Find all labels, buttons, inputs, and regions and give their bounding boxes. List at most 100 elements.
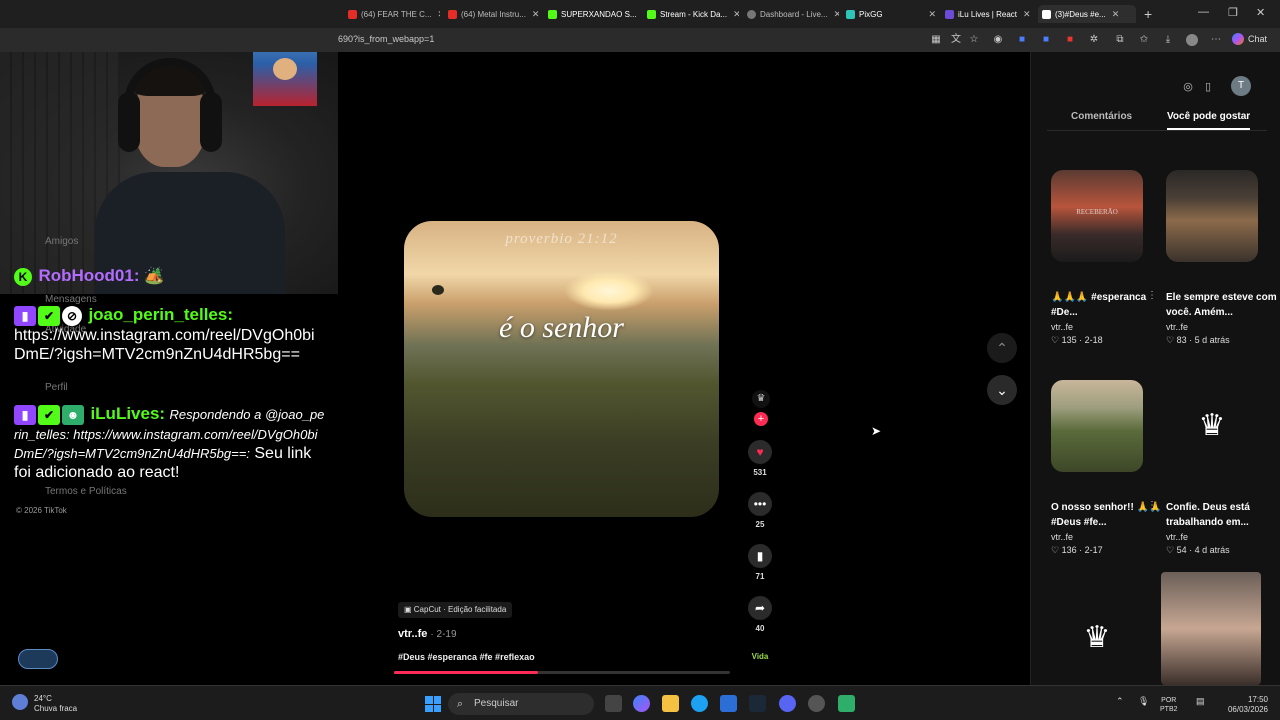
- split-icon[interactable]: ⧉: [1114, 34, 1126, 46]
- url-field[interactable]: 690?is_from_webapp=1: [338, 34, 434, 44]
- share-icon[interactable]: ➦: [748, 596, 772, 620]
- browser-tab[interactable]: (64) FEAR THE C... ✕: [348, 5, 440, 23]
- app-icon[interactable]: [838, 695, 855, 712]
- card-author[interactable]: vtr..fe: [1166, 322, 1278, 332]
- author-name[interactable]: vtr..fe: [398, 628, 427, 640]
- task-view-icon[interactable]: [605, 695, 622, 712]
- close-icon[interactable]: ✕: [438, 9, 440, 20]
- grid-icon[interactable]: ▦: [930, 34, 942, 46]
- star-icon[interactable]: ☆: [968, 34, 980, 46]
- previous-video-button[interactable]: ⌃: [987, 333, 1017, 363]
- card-author[interactable]: vtr..fe: [1051, 532, 1163, 542]
- new-tab-button[interactable]: +: [1144, 6, 1152, 22]
- nav-messages[interactable]: Mensagens: [45, 294, 97, 305]
- comment-icon[interactable]: •••: [748, 492, 772, 516]
- more-options-icon[interactable]: ⋮: [1147, 290, 1157, 301]
- network-icon[interactable]: ▤: [1196, 696, 1205, 707]
- close-icon[interactable]: ✕: [733, 9, 739, 20]
- video-thumbnail[interactable]: [1051, 380, 1143, 472]
- heart-icon[interactable]: ♥: [748, 440, 772, 464]
- toggle-button[interactable]: [18, 649, 58, 669]
- puzzle-icon[interactable]: ✲: [1088, 34, 1100, 46]
- avatar[interactable]: T: [1231, 76, 1251, 96]
- microphone-icon[interactable]: 🎙: [1138, 696, 1149, 707]
- phone-icon[interactable]: ▯: [1201, 80, 1215, 94]
- follow-button[interactable]: +: [754, 412, 768, 426]
- card-author[interactable]: vtr..fe: [1051, 322, 1163, 332]
- close-icon[interactable]: ✕: [1112, 9, 1120, 20]
- file-explorer-icon[interactable]: [662, 695, 679, 712]
- profile-icon[interactable]: [1186, 34, 1198, 46]
- like-action[interactable]: ♥ 531: [743, 440, 777, 477]
- nav-friends[interactable]: Amigos: [45, 236, 78, 247]
- close-window-icon[interactable]: ✕: [1256, 6, 1265, 19]
- clock[interactable]: 17:50 06/03/2026: [1226, 695, 1268, 715]
- tab-comments[interactable]: Comentários: [1071, 111, 1132, 122]
- next-video-button[interactable]: ⌄: [987, 375, 1017, 405]
- browser-tab-active[interactable]: (3)#Deus #e... ✕: [1038, 5, 1136, 23]
- card-author[interactable]: vtr..fe: [1166, 532, 1278, 542]
- start-button[interactable]: [425, 696, 441, 712]
- video-card[interactable]: ♛ Confie. Deus está trabalhando em... vt…: [1166, 380, 1278, 556]
- close-icon[interactable]: ✕: [928, 9, 936, 20]
- video-hashtags[interactable]: #Deus #esperanca #fe #reflexao: [398, 652, 535, 662]
- minimize-icon[interactable]: —: [1198, 6, 1209, 18]
- video-thumbnail[interactable]: RECEBERÃO: [1051, 170, 1143, 262]
- close-icon[interactable]: ✕: [834, 9, 839, 20]
- obs-icon[interactable]: [808, 695, 825, 712]
- restore-icon[interactable]: ❐: [1228, 6, 1238, 19]
- close-icon[interactable]: ✕: [532, 9, 540, 20]
- heart-outline-icon: ♡: [1166, 335, 1175, 345]
- share-action[interactable]: ➦ 40: [743, 596, 777, 633]
- extension-icon[interactable]: ■: [1064, 34, 1076, 46]
- compass-icon[interactable]: ◎: [1181, 80, 1195, 94]
- video-thumbnail[interactable]: [1161, 572, 1261, 685]
- capcut-badge[interactable]: ▣ CapCut · Edição facilitada: [398, 602, 513, 618]
- save-action[interactable]: ▮ 71: [743, 544, 777, 581]
- video-card[interactable]: RECEBERÃO ⋮ 🙏🙏🙏 #esperanca #De... vtr..f…: [1051, 170, 1163, 346]
- copilot-chat-button[interactable]: Chat: [1232, 33, 1267, 45]
- store-icon[interactable]: [720, 695, 737, 712]
- browser-tab[interactable]: (64) Metal Instru... ✕: [448, 5, 540, 23]
- video-thumbnail[interactable]: ♛: [1166, 380, 1258, 472]
- video-card[interactable]: [1161, 572, 1273, 685]
- copilot-icon[interactable]: [633, 695, 650, 712]
- nav-profile[interactable]: Perfil: [45, 382, 68, 393]
- nav-terms[interactable]: Termos e Políticas: [45, 486, 127, 497]
- video-player[interactable]: proverbio 21:12 é o senhor: [404, 221, 719, 517]
- music-disc[interactable]: Vida: [748, 652, 772, 670]
- more-options-icon[interactable]: ⋮: [1147, 500, 1157, 511]
- favorites-icon[interactable]: ✩: [1138, 34, 1150, 46]
- chat-message: ▮ ✔ ⊘ joao_perin_telles: https://www.insta…: [14, 305, 326, 364]
- comment-action[interactable]: ••• 25: [743, 492, 777, 529]
- browser-tab[interactable]: Stream - Kick Da... ✕: [647, 5, 739, 23]
- video-thumbnail[interactable]: ♛: [1051, 592, 1143, 684]
- extension-icon[interactable]: ◉: [992, 34, 1004, 46]
- browser-tab[interactable]: Dashboard - Live... ✕: [747, 5, 839, 23]
- steam-icon[interactable]: [749, 695, 766, 712]
- video-card[interactable]: ⋮ O nosso senhor!! 🙏🙏 #Deus #fe... vtr..…: [1051, 380, 1163, 556]
- chevron-up-icon[interactable]: ⌃: [1116, 696, 1124, 707]
- video-progress-bar[interactable]: [394, 671, 730, 674]
- browser-tab[interactable]: iLu Lives | React ✕: [945, 5, 1035, 23]
- video-author[interactable]: vtr..fe · 2-19: [398, 628, 457, 640]
- edge-icon[interactable]: [691, 695, 708, 712]
- more-icon[interactable]: ⋯: [1210, 34, 1222, 46]
- discord-icon[interactable]: [779, 695, 796, 712]
- language-indicator[interactable]: POR PTB2: [1160, 696, 1178, 714]
- video-card[interactable]: ♛: [1051, 592, 1163, 684]
- creator-avatar[interactable]: ♛: [752, 390, 770, 408]
- extension-icon[interactable]: ■: [1016, 34, 1028, 46]
- close-icon[interactable]: ✕: [1023, 9, 1031, 20]
- bookmark-icon[interactable]: ▮: [748, 544, 772, 568]
- browser-tab[interactable]: SUPERXANDAO S... ✕: [548, 5, 640, 23]
- translate-icon[interactable]: 文: [950, 34, 962, 46]
- tab-you-may-like[interactable]: Você pode gostar: [1167, 111, 1251, 130]
- taskbar-search[interactable]: ⌕ Pesquisar: [448, 693, 594, 715]
- chat-message: K RobHood01: 🏕️: [14, 266, 326, 286]
- download-icon[interactable]: ⤓: [1162, 34, 1174, 46]
- browser-tab[interactable]: PixGG ✕: [846, 5, 936, 23]
- video-card[interactable]: Ele sempre esteve com você. Amém... vtr.…: [1166, 170, 1278, 346]
- video-thumbnail[interactable]: [1166, 170, 1258, 262]
- extension-icon[interactable]: ■: [1040, 34, 1052, 46]
